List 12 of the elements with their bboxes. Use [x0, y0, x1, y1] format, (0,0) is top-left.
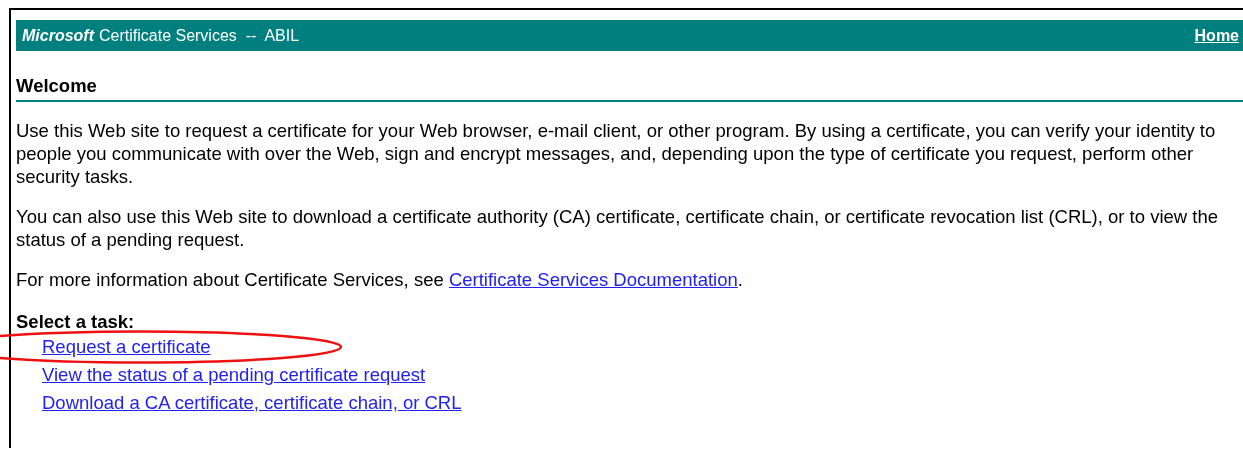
home-link[interactable]: Home [1194, 26, 1239, 45]
paragraph: For more information about Certificate Services, see Certificate Services Documentation. [16, 268, 744, 291]
task-link[interactable]: Download a CA certificate, certificate chain, or CRL [42, 389, 462, 417]
task-link[interactable]: Request a certificate [42, 333, 211, 361]
paragraph: You can also use this Web site to download a certificate authority (CA) certificate, certificate chain, or certificate revocation list (CRL), or to view the status of a pending request. [16, 205, 1219, 251]
documentation-link[interactable]: Certificate Services Documentation [448, 269, 738, 290]
paragraph: Use this Web site to request a certificate for your Web browser, e-mail client, or other program. By using a certificate, you can verify your identity to people you communicate with over the Web, sign and encrypt messages, and, depending upon the type of certificate you request, perform other security tasks. [16, 119, 1217, 188]
section-heading: Welcome [16, 75, 1243, 102]
task-link[interactable]: View the status of a pending certificate request [42, 361, 426, 389]
site-title: Certificate Services -- ABIL [99, 26, 300, 44]
task-label: Select a task: [16, 311, 136, 333]
brand-name: Microsoft [22, 26, 94, 44]
